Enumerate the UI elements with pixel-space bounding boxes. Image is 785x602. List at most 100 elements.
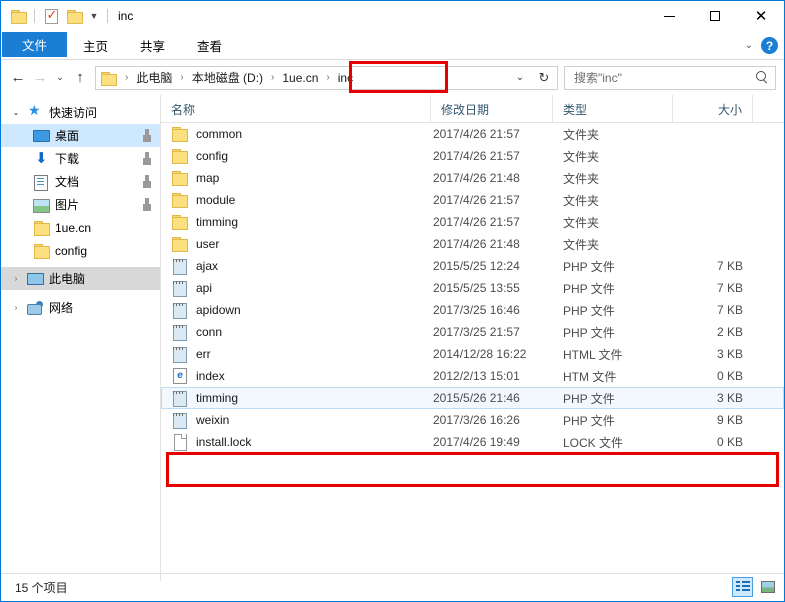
sidebar-item-config[interactable]: config: [1, 239, 160, 262]
sidebar-label-network: 网络: [49, 301, 74, 315]
column-header-size[interactable]: 大小: [673, 95, 753, 123]
properties-button[interactable]: [41, 6, 61, 26]
html-file-icon: [171, 346, 189, 363]
annotation-box-install-lock: [166, 452, 779, 487]
pin-icon[interactable]: [142, 198, 152, 210]
table-row[interactable]: config 2017/4/26 21:57 文件夹: [161, 145, 784, 167]
breadcrumb-separator-2: ›: [271, 72, 275, 83]
cell-type: 文件夹: [563, 237, 600, 252]
table-row[interactable]: err 2014/12/28 16:22 HTML 文件 3 KB: [161, 343, 784, 365]
php-file-icon: [171, 280, 189, 297]
recent-locations-button[interactable]: ⌄: [51, 66, 69, 90]
refresh-icon[interactable]: ↻: [533, 67, 555, 89]
table-row[interactable]: common 2017/4/26 21:57 文件夹: [161, 123, 784, 145]
table-row[interactable]: index 2012/2/13 15:01 HTM 文件 0 KB: [161, 365, 784, 387]
file-name-label: config: [196, 149, 229, 163]
back-button[interactable]: ←: [7, 66, 29, 90]
sidebar-item-documents[interactable]: 文档: [1, 170, 160, 193]
close-button[interactable]: ✕: [738, 1, 784, 31]
cell-date: 2015/5/25 12:24: [433, 259, 520, 273]
php-file-icon: [171, 324, 189, 341]
pin-icon[interactable]: [142, 152, 152, 164]
forward-button[interactable]: →: [29, 66, 51, 90]
column-header-type[interactable]: 类型: [553, 95, 673, 123]
sidebar-item-downloads[interactable]: 下载: [1, 147, 160, 170]
file-name-label: user: [196, 237, 220, 251]
expand-ribbon-chevron-down-icon[interactable]: ⌄: [745, 40, 753, 51]
cell-type: 文件夹: [563, 215, 600, 230]
pin-icon[interactable]: [142, 175, 152, 187]
breadcrumb-item-inc[interactable]: inc: [335, 71, 356, 85]
sidebar-item-pictures[interactable]: 图片: [1, 193, 160, 216]
table-row[interactable]: ajax 2015/5/25 12:24 PHP 文件 7 KB: [161, 255, 784, 277]
tab-file[interactable]: 文件: [2, 32, 68, 57]
help-button[interactable]: ?: [761, 37, 778, 54]
cell-name: common: [161, 126, 431, 142]
tab-share[interactable]: 共享: [124, 31, 181, 59]
address-bar: ← → ⌄ ↑ › 此电脑 › 本地磁盘 (D:) › 1ue.cn › inc…: [1, 60, 784, 95]
sidebar-item-1ue-cn[interactable]: 1ue.cn: [1, 216, 160, 239]
quick-access-folder-button[interactable]: [8, 6, 28, 26]
cell-date: 2014/12/28 16:22: [433, 347, 527, 361]
breadcrumb-item-this-pc[interactable]: 此电脑: [133, 69, 175, 86]
column-header-date[interactable]: 修改日期: [431, 95, 553, 123]
table-row[interactable]: timming 2015/5/26 21:46 PHP 文件 3 KB: [161, 387, 784, 409]
column-header-name[interactable]: 名称 ⌃: [161, 95, 431, 123]
table-row[interactable]: api 2015/5/25 13:55 PHP 文件 7 KB: [161, 277, 784, 299]
cell-type: HTM 文件: [563, 369, 617, 384]
cell-size: 7 KB: [716, 281, 743, 295]
sidebar-item-network[interactable]: › 网络: [1, 296, 160, 319]
details-view-icon: [735, 581, 750, 593]
up-button[interactable]: ↑: [69, 66, 91, 90]
cell-size: 3 KB: [716, 347, 743, 361]
details-view-button[interactable]: [732, 577, 753, 597]
breadcrumb[interactable]: › 此电脑 › 本地磁盘 (D:) › 1ue.cn › inc ⌄ ↻: [95, 65, 558, 90]
sidebar-label-documents: 文档: [55, 175, 80, 189]
chevron-right-icon[interactable]: ›: [7, 303, 25, 312]
new-folder-icon: [66, 10, 83, 24]
column-header-type-label: 类型: [563, 102, 588, 117]
customize-chevron-icon[interactable]: ▼: [87, 6, 101, 26]
table-row[interactable]: conn 2017/3/25 21:57 PHP 文件 2 KB: [161, 321, 784, 343]
lock-file-icon: [171, 434, 189, 451]
table-row[interactable]: map 2017/4/26 21:48 文件夹: [161, 167, 784, 189]
folder-icon: [171, 126, 189, 142]
pin-icon[interactable]: [142, 129, 152, 141]
tab-home-label: 主页: [83, 39, 109, 54]
search-input[interactable]: 搜索"inc": [564, 65, 776, 90]
table-row[interactable]: apidown 2017/3/25 16:46 PHP 文件 7 KB: [161, 299, 784, 321]
sidebar-item-this-pc[interactable]: › 此电脑: [1, 267, 160, 290]
cell-date: 2012/2/13 15:01: [433, 369, 520, 383]
folder-icon: [171, 192, 189, 208]
table-row[interactable]: install.lock 2017/4/26 19:49 LOCK 文件 0 KB: [161, 431, 784, 453]
table-row[interactable]: user 2017/4/26 21:48 文件夹: [161, 233, 784, 255]
table-row[interactable]: module 2017/4/26 21:57 文件夹: [161, 189, 784, 211]
cell-date: 2017/3/26 16:26: [433, 413, 520, 427]
folder-icon: [31, 243, 51, 259]
sidebar-item-quick-access[interactable]: ⌄ 快速访问: [1, 101, 160, 124]
tab-view[interactable]: 查看: [181, 31, 238, 59]
table-row[interactable]: timming 2017/4/26 21:57 文件夹: [161, 211, 784, 233]
tab-home[interactable]: 主页: [67, 31, 124, 59]
search-icon[interactable]: [756, 71, 769, 84]
new-folder-button[interactable]: [64, 6, 84, 26]
breadcrumb-dropdown-chevron-down-icon[interactable]: ⌄: [509, 67, 531, 89]
sidebar-item-desktop[interactable]: 桌面: [1, 124, 160, 147]
chevron-right-icon[interactable]: ›: [7, 274, 25, 283]
maximize-button[interactable]: [692, 1, 738, 31]
large-icons-view-button[interactable]: [757, 577, 778, 597]
file-name-label: timming: [196, 215, 239, 229]
cell-type: 文件夹: [563, 171, 600, 186]
toolbar-divider: [34, 9, 35, 23]
breadcrumb-item-local-disk-d[interactable]: 本地磁盘 (D:): [189, 69, 266, 86]
cell-type: 文件夹: [563, 127, 600, 142]
minimize-button[interactable]: [646, 1, 692, 31]
breadcrumb-item-1ue-cn[interactable]: 1ue.cn: [279, 71, 321, 85]
chevron-down-icon[interactable]: ⌄: [7, 108, 25, 117]
file-name-label: weixin: [196, 413, 230, 427]
table-row[interactable]: weixin 2017/3/26 16:26 PHP 文件 9 KB: [161, 409, 784, 431]
file-name-label: module: [196, 193, 236, 207]
file-name-label: apidown: [196, 303, 241, 317]
cell-type: LOCK 文件: [563, 435, 624, 450]
item-count-label: 15 个项目: [15, 580, 68, 595]
